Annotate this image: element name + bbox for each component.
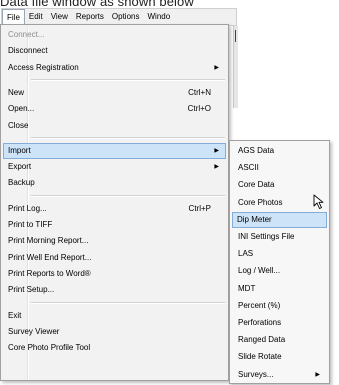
file-menu-item-core-photo-profile-tool[interactable]: Core Photo Profile Tool <box>3 340 226 356</box>
file-menu-item-access-registration[interactable]: Access Registration ▶ <box>3 60 226 76</box>
import-menu-item-ascii[interactable]: ASCII <box>232 160 327 176</box>
import-menu-item-las[interactable]: LAS <box>232 246 327 262</box>
menu-item-label: Print Setup... <box>8 285 55 295</box>
menu-item-label: Percent (%) <box>238 300 281 310</box>
shortcut-text: Ctrl+O <box>187 104 211 114</box>
menu-item-label: Core Photos <box>238 197 283 207</box>
file-menu-item-print-morning-report[interactable]: Print Morning Report... <box>3 233 226 249</box>
menu-item-label: Ranged Data <box>238 335 286 345</box>
import-menu-item-mdt[interactable]: MDT <box>232 281 327 297</box>
shortcut-text: Ctrl+N <box>188 87 211 97</box>
import-menu-item-surveys[interactable]: Surveys... ▶ <box>232 367 327 383</box>
menubar-item-edit[interactable]: Edit <box>25 9 47 25</box>
menu-item-label: ASCII <box>238 163 259 173</box>
import-menu-item-perforations[interactable]: Perforations <box>232 315 327 331</box>
menu-item-label: INI Settings File <box>238 232 295 241</box>
menu-item-label: Backup <box>8 178 35 188</box>
menu-item-label: Print Reports to Word® <box>8 268 91 278</box>
menu-item-label: New <box>8 87 25 97</box>
file-menu-item-new[interactable]: New Ctrl+N <box>3 85 226 101</box>
import-menu-item-ranged-data[interactable]: Ranged Data <box>232 332 327 348</box>
file-menu-item-close[interactable]: Close <box>3 118 226 134</box>
menu-item-label: Print Well End Report... <box>8 252 92 262</box>
file-menu-item-print-setup[interactable]: Print Setup... <box>3 282 226 298</box>
menu-item-label: Print to TIFF <box>8 220 53 229</box>
window-edge <box>233 26 238 108</box>
menu-item-label: Export <box>8 162 32 172</box>
import-menu-item-percent[interactable]: Percent (%) <box>232 298 327 314</box>
import-submenu: AGS Data ASCII Core Data Core Photos Dip Met… <box>229 140 330 384</box>
shortcut-text: Ctrl+P <box>188 203 211 213</box>
file-menu-item-export[interactable]: Export ▶ <box>3 159 226 175</box>
menu-item-label: Perforations <box>238 318 282 327</box>
menubar-item-reports[interactable]: Reports <box>72 9 108 25</box>
submenu-arrow-icon: ▶ <box>315 371 320 378</box>
menu-separator <box>31 194 225 197</box>
file-menu-item-backup[interactable]: Backup <box>3 175 226 191</box>
menubar-item-windo[interactable]: Windo <box>143 9 174 25</box>
file-menu-item-exit[interactable]: Exit <box>3 308 226 324</box>
menu-separator <box>31 136 225 139</box>
import-menu-item-ags-data[interactable]: AGS Data <box>232 143 327 159</box>
menu-item-label: Close <box>8 120 29 130</box>
submenu-arrow-icon: ▶ <box>214 147 219 154</box>
menu-item-label: Core Photo Profile Tool <box>8 343 91 353</box>
import-menu-item-ini-settings-file[interactable]: INI Settings File <box>232 229 327 245</box>
menu-item-label: Access Registration <box>8 62 79 72</box>
file-menu-item-print-log[interactable]: Print Log... Ctrl+P <box>3 201 226 217</box>
submenu-arrow-icon: ▶ <box>214 64 219 71</box>
menu-item-label: Core Data <box>238 180 275 190</box>
menubar-item-view[interactable]: View <box>47 9 72 25</box>
menu-separator <box>31 78 225 81</box>
menu-item-label: Survey Viewer <box>8 326 60 336</box>
import-menu-item-log-well[interactable]: Log / Well... <box>232 263 327 279</box>
mouse-pointer-icon <box>313 194 324 209</box>
file-menu-item-print-to-tiff[interactable]: Print to TIFF <box>3 217 226 233</box>
file-menu-item-connect[interactable]: Connect... <box>3 27 226 43</box>
menu-item-label: Exit <box>8 310 22 320</box>
file-menu-item-print-reports-to-word[interactable]: Print Reports to Word® <box>3 266 226 282</box>
menu-item-label: Import <box>8 145 31 155</box>
menu-item-label: MDT <box>238 283 256 293</box>
menu-item-label: Dip Meter <box>237 214 272 224</box>
menu-item-label: Slide Rotate <box>238 352 282 362</box>
file-menu-item-open[interactable]: Open... Ctrl+O <box>3 101 226 117</box>
file-menu-item-disconnect[interactable]: Disconnect <box>3 43 226 59</box>
menu-separator <box>31 301 225 304</box>
file-menu-item-survey-viewer[interactable]: Survey Viewer <box>3 324 226 340</box>
menu-item-label: LAS <box>238 249 254 259</box>
import-menu-item-dip-meter[interactable]: Dip Meter <box>232 211 327 228</box>
menu-item-label: Open... <box>8 104 35 114</box>
menu-item-label: Surveys... <box>238 369 274 379</box>
file-menu: Connect... Disconnect Access Registration ▶… <box>0 24 229 381</box>
menubar-item-options[interactable]: Options <box>108 9 144 25</box>
submenu-arrow-icon: ▶ <box>214 164 219 171</box>
menu-item-label: Print Morning Report... <box>8 236 89 246</box>
import-menu-item-slide-rotate[interactable]: Slide Rotate <box>232 349 327 365</box>
menu-item-label: Print Log... <box>8 203 47 213</box>
menu-item-label: Log / Well... <box>238 266 281 276</box>
file-menu-item-print-well-end-report[interactable]: Print Well End Report... <box>3 250 226 266</box>
menu-item-label: AGS Data <box>238 146 275 155</box>
menu-item-label: Connect... <box>8 30 45 39</box>
import-menu-item-core-data[interactable]: Core Data <box>232 177 327 193</box>
file-menu-item-import[interactable]: Import ▶ <box>3 142 226 159</box>
menu-item-label: Disconnect <box>8 46 48 56</box>
